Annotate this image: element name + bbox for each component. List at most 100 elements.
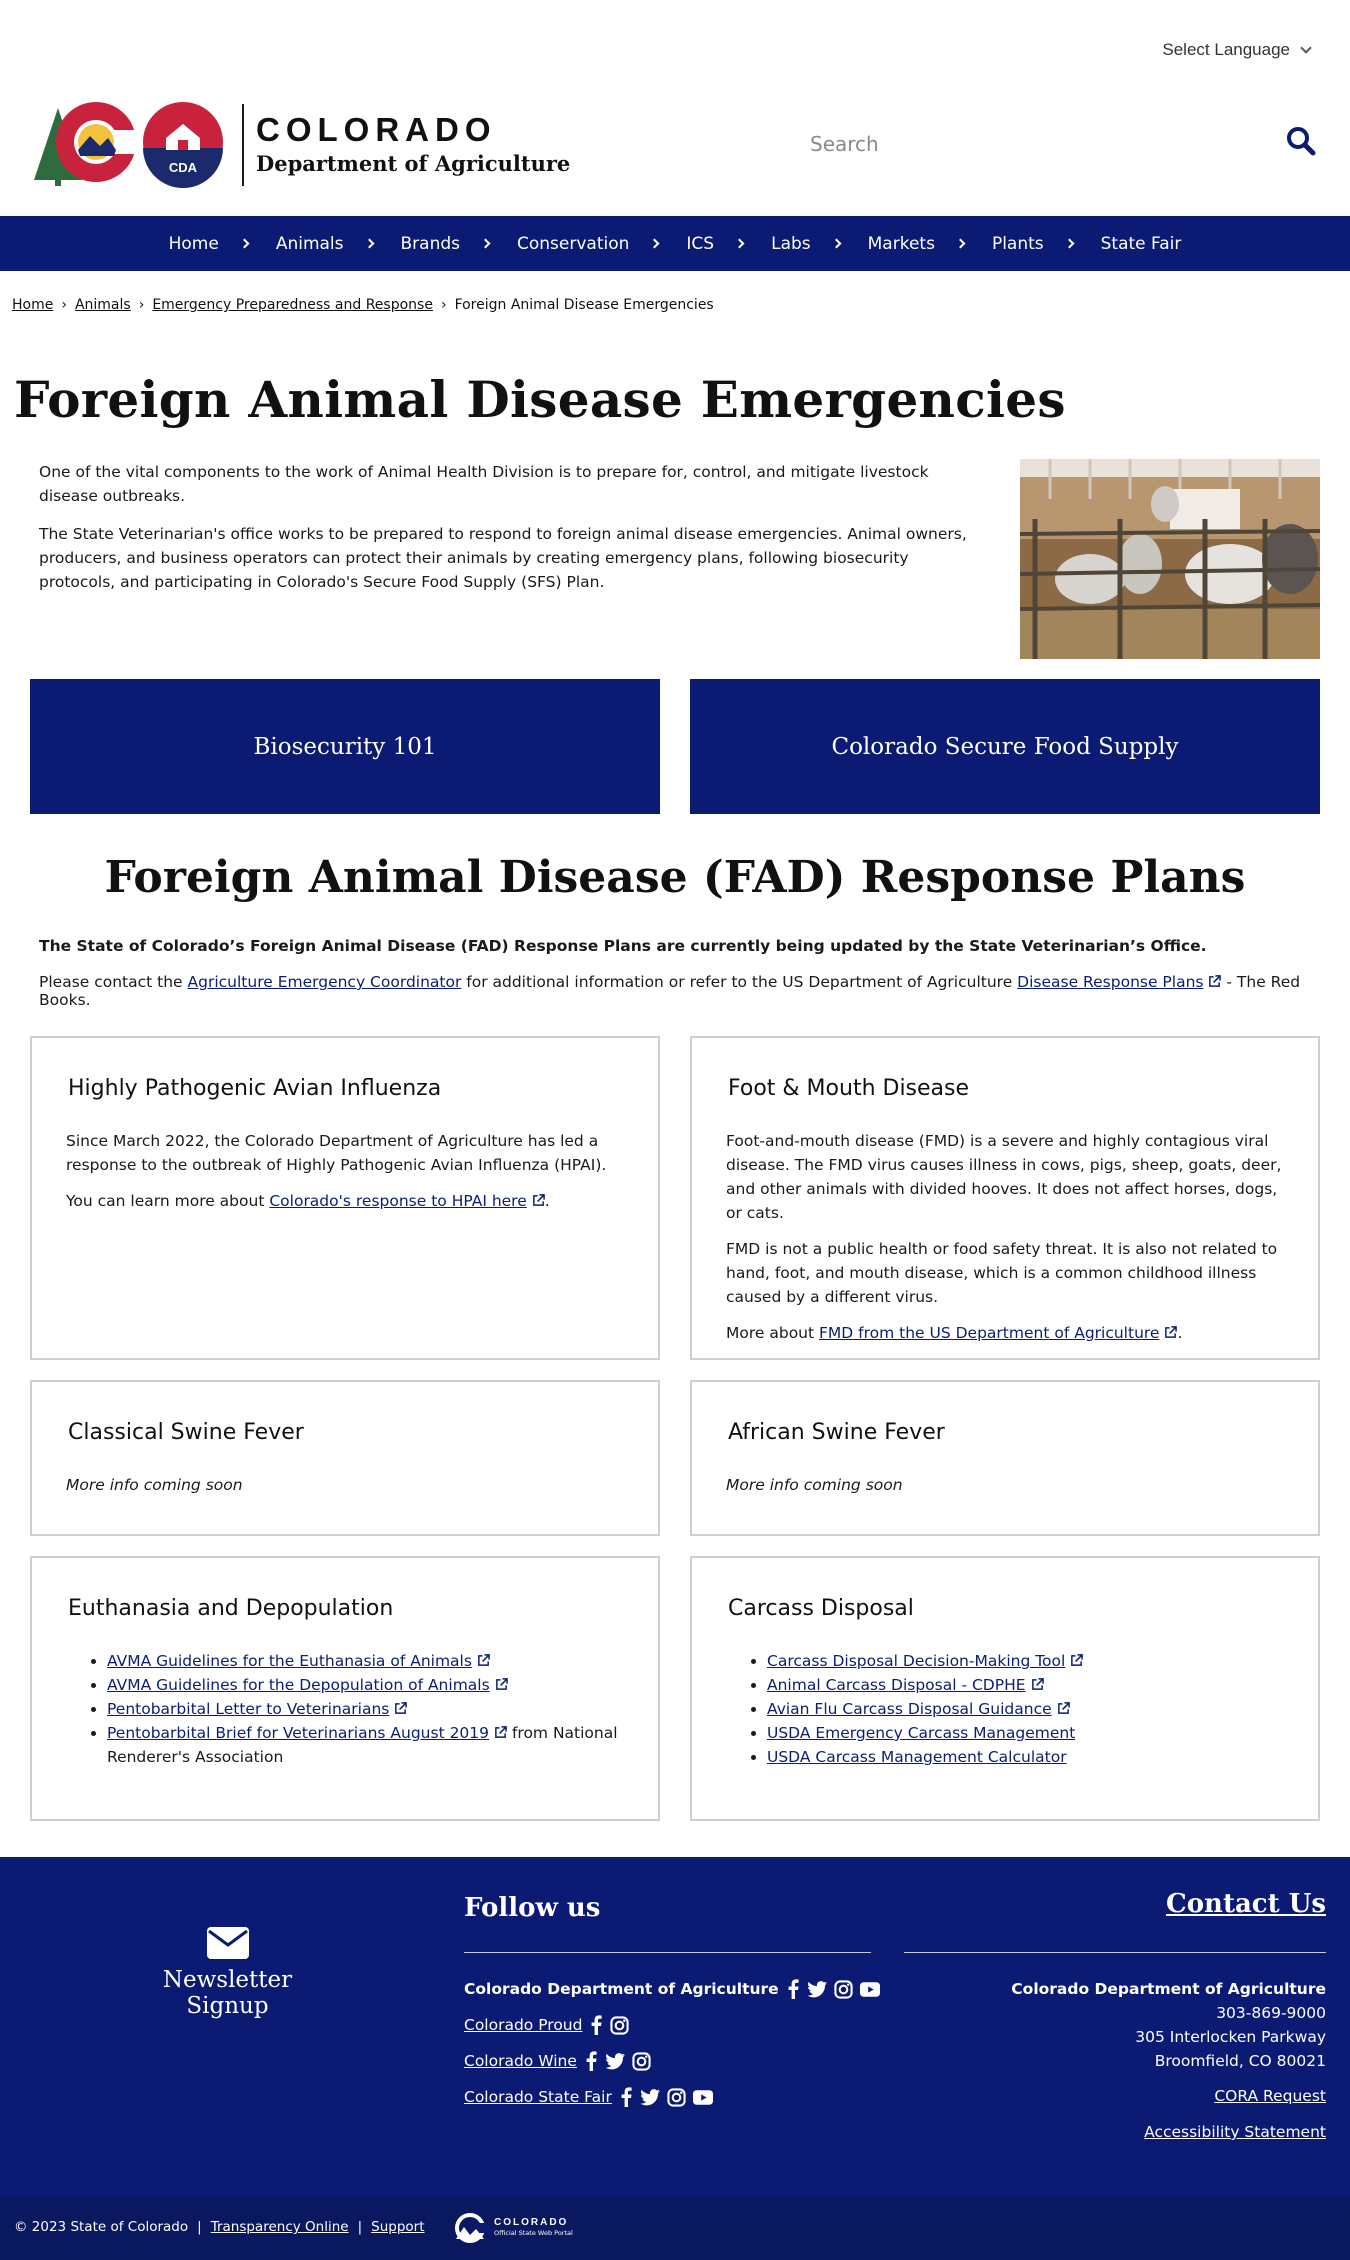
twitter-icon[interactable]	[807, 1980, 827, 1998]
logo-divider	[242, 104, 244, 186]
facebook-icon[interactable]	[786, 1979, 800, 1999]
breadcrumb-home[interactable]: Home	[12, 297, 53, 313]
biosecurity-101-button[interactable]: Biosecurity 101	[30, 679, 660, 814]
resource-link[interactable]: Carcass Disposal Decision-Making Tool	[767, 1652, 1084, 1670]
nav-item-home[interactable]: Home	[169, 234, 276, 254]
secure-food-supply-button[interactable]: Colorado Secure Food Supply	[690, 679, 1320, 814]
card-title: African Swine Fever	[728, 1420, 945, 1445]
text-fragment: You can learn more about	[66, 1192, 270, 1210]
nav-label: Labs	[771, 233, 811, 254]
envelope-icon	[206, 1927, 249, 1959]
external-link-icon	[1209, 975, 1222, 987]
card-paragraph: More about FMD from the US Department of…	[726, 1321, 1282, 1345]
card-paragraph: FMD is not a public health or food safet…	[726, 1240, 1278, 1306]
social-row-colorado-wine: Colorado Wine	[464, 2051, 651, 2071]
language-select[interactable]: Select Language	[1162, 40, 1312, 60]
nav-item-state-fair[interactable]: State Fair	[1101, 234, 1182, 254]
resource-link[interactable]: AVMA Guidelines for the Depopulation of …	[107, 1676, 508, 1694]
portal-text: COLORADO Official State Web Portal	[494, 2217, 573, 2239]
fad-section-title: Foreign Animal Disease (FAD) Response Pl…	[104, 852, 1246, 903]
transparency-online-link[interactable]: Transparency Online	[211, 2219, 349, 2235]
breadcrumb-current: Foreign Animal Disease Emergencies	[454, 297, 714, 313]
contact-org: Colorado Department of Agriculture	[1011, 1980, 1326, 1998]
nav-item-ics[interactable]: ICS	[686, 234, 771, 254]
state-web-portal-logo[interactable]: COLORADO Official State Web Portal	[454, 2213, 573, 2243]
list-item: USDA Emergency Carcass Management	[767, 1721, 1282, 1745]
resource-link[interactable]: Pentobarbital Letter to Veterinarians	[107, 1700, 408, 1718]
youtube-icon[interactable]	[692, 2089, 713, 2105]
coming-soon-note: More info coming soon	[66, 1476, 243, 1494]
nav-item-brands[interactable]: Brands	[401, 234, 518, 254]
card-paragraph: Since March 2022, the Colorado Departmen…	[66, 1132, 607, 1174]
separator: |	[197, 2219, 202, 2235]
resource-link[interactable]: Pentobarbital Brief for Veterinarians Au…	[107, 1724, 507, 1742]
emergency-coordinator-link[interactable]: Agriculture Emergency Coordinator	[188, 973, 462, 991]
nav-item-labs[interactable]: Labs	[771, 234, 868, 254]
twitter-icon[interactable]	[640, 2088, 660, 2106]
card-euthanasia: Euthanasia and Depopulation AVMA Guideli…	[30, 1556, 660, 1821]
nav-item-markets[interactable]: Markets	[868, 234, 992, 254]
instagram-icon[interactable]	[610, 2015, 630, 2035]
card-classical-swine-fever: Classical Swine Fever More info coming s…	[30, 1380, 660, 1536]
copyright-bar: © 2023 State of Colorado | Transparency …	[14, 2219, 425, 2235]
card-title: Euthanasia and Depopulation	[68, 1596, 394, 1621]
search-icon	[1287, 127, 1316, 156]
facebook-icon[interactable]	[589, 2015, 603, 2035]
colorado-proud-link[interactable]: Colorado Proud	[464, 2016, 582, 2034]
contact-info: Colorado Department of Agriculture 303-8…	[1011, 1977, 1326, 2073]
facebook-icon[interactable]	[584, 2051, 598, 2071]
youtube-icon[interactable]	[859, 1981, 880, 1997]
logo-text: COLORADO Department of Agriculture	[256, 111, 570, 179]
text-fragment: for additional information or refer to t…	[461, 973, 1018, 991]
chevron-down-icon	[1300, 42, 1312, 54]
instagram-icon[interactable]	[667, 2087, 686, 2107]
social-row-state-fair: Colorado State Fair	[464, 2087, 713, 2107]
disease-response-plans-link[interactable]: Disease Response Plans	[1017, 973, 1222, 991]
facebook-icon[interactable]	[619, 2087, 633, 2107]
breadcrumb-emergency[interactable]: Emergency Preparedness and Response	[152, 297, 433, 313]
link-label: FMD from the US Department of Agricultur…	[819, 1324, 1160, 1342]
colorado-state-fair-link[interactable]: Colorado State Fair	[464, 2088, 612, 2106]
contact-us-link[interactable]: Contact Us	[1166, 1889, 1326, 1919]
intro-text: One of the vital components to the work …	[39, 460, 989, 608]
list-item: Pentobarbital Letter to Veterinarians	[107, 1697, 622, 1721]
support-link[interactable]: Support	[371, 2219, 424, 2235]
colorado-wine-link[interactable]: Colorado Wine	[464, 2052, 577, 2070]
resource-link[interactable]: AVMA Guidelines for the Euthanasia of An…	[107, 1652, 490, 1670]
logo-dept: Department of Agriculture	[256, 151, 571, 176]
nav-item-plants[interactable]: Plants	[992, 234, 1101, 254]
resource-link[interactable]: Avian Flu Carcass Disposal Guidance	[767, 1700, 1070, 1718]
external-link-icon	[495, 1726, 507, 1738]
external-link-icon	[395, 1702, 408, 1714]
hpai-response-link[interactable]: Colorado's response to HPAI here	[269, 1192, 545, 1210]
card-paragraph: You can learn more about Colorado's resp…	[66, 1189, 622, 1213]
link-label: Pentobarbital Brief for Veterinarians Au…	[107, 1724, 490, 1742]
newsletter-signup[interactable]: Newsletter Signup	[125, 1927, 330, 2019]
logo-name: COLORADO	[256, 111, 497, 148]
breadcrumb-separator: ›	[440, 297, 447, 313]
card-body: More info coming soon	[726, 1473, 1282, 1497]
separator: |	[357, 2219, 363, 2235]
instagram-icon[interactable]	[632, 2051, 651, 2071]
card-title: Highly Pathogenic Avian Influenza	[68, 1076, 442, 1101]
search-button[interactable]	[1286, 126, 1322, 162]
fmd-usda-link[interactable]: FMD from the US Department of Agricultur…	[819, 1324, 1178, 1342]
resource-link[interactable]: USDA Carcass Management Calculator	[767, 1748, 1067, 1766]
accessibility-statement-link[interactable]: Accessibility Statement	[1144, 2123, 1326, 2141]
resource-link[interactable]: Animal Carcass Disposal - CDPHE	[767, 1676, 1044, 1694]
search-input[interactable]	[800, 122, 1270, 166]
logo-badge-text: CDA	[169, 160, 198, 175]
instagram-icon[interactable]	[834, 1979, 853, 1999]
cora-request-link[interactable]: CORA Request	[1214, 2087, 1326, 2105]
social-row-colorado-proud: Colorado Proud	[464, 2015, 630, 2035]
external-link-icon	[1165, 1326, 1178, 1338]
text-fragment: Please contact the	[39, 973, 188, 991]
breadcrumb-animals[interactable]: Animals	[75, 297, 131, 313]
nav-label: Brands	[400, 233, 461, 254]
cda-logo[interactable]: CDA COLORADO Department of Agriculture	[30, 100, 570, 190]
twitter-icon[interactable]	[605, 2052, 625, 2070]
nav-item-conservation[interactable]: Conservation	[517, 234, 686, 254]
nav-item-animals[interactable]: Animals	[276, 234, 401, 254]
resource-link[interactable]: USDA Emergency Carcass Management	[767, 1724, 1075, 1742]
fad-update-note: The State of Colorado’s Foreign Animal D…	[39, 937, 1207, 955]
